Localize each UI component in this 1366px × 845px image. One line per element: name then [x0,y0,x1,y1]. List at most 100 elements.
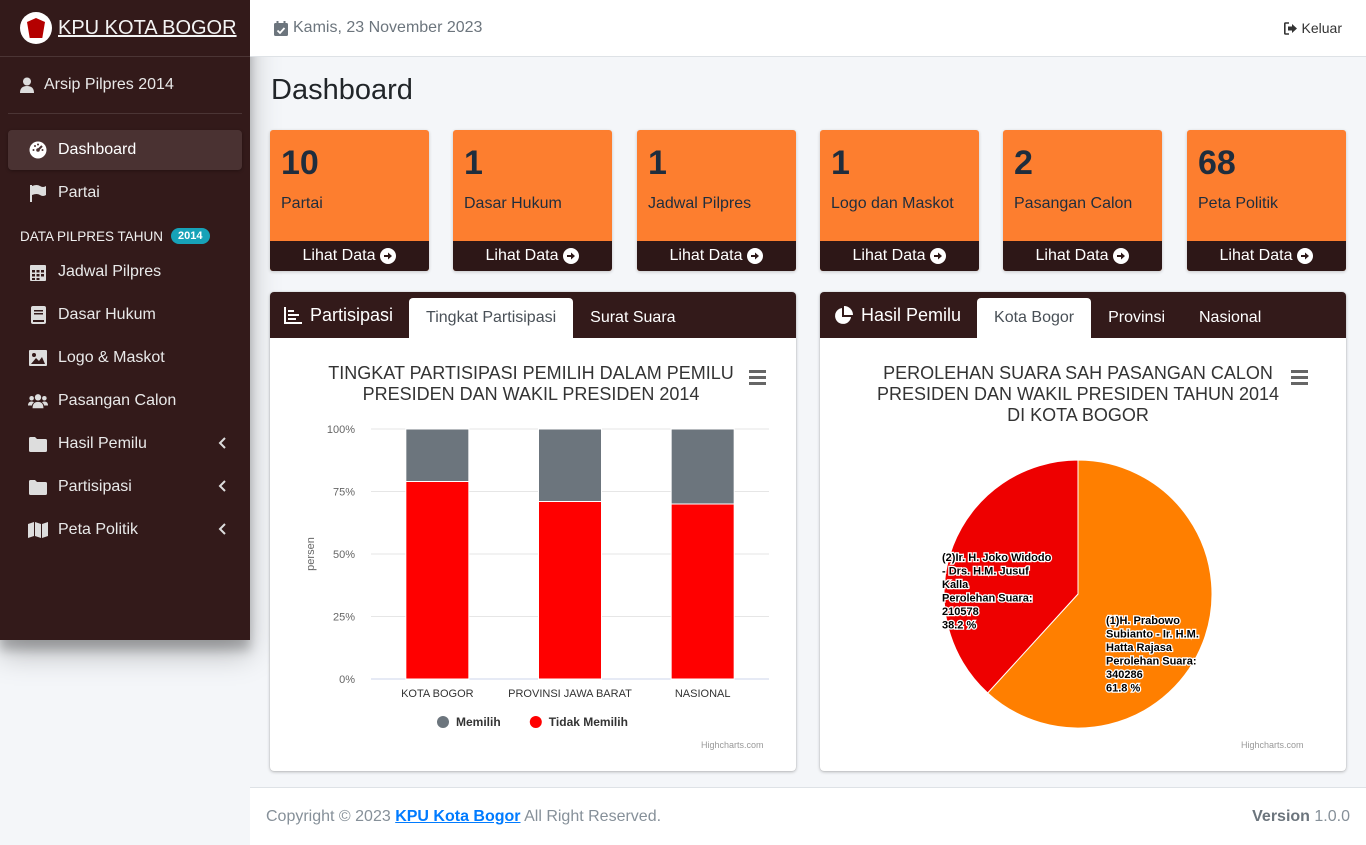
stat-label: Jadwal Pilpres [648,195,752,212]
y-axis-label: persen [305,537,317,571]
pie-label-line: Perolehan Suara: [1106,656,1196,668]
sidebar-item-partisipasi[interactable]: Partisipasi [8,467,242,507]
card-header: Partisipasi Tingkat Partisipasi Surat Su… [270,292,796,338]
sidebar-item-label: Partisipasi [58,478,132,495]
partisipasi-card: Partisipasi Tingkat Partisipasi Surat Su… [270,292,796,771]
logout-label: Keluar [1301,20,1342,36]
dashboard-icon [28,141,48,159]
hasil-pemilu-card: Hasil Pemilu Kota Bogor Provinsi Nasiona… [820,292,1346,771]
chart-title-line: PEROLEHAN SUARA SAH PASANGAN CALON [883,363,1273,383]
flag-icon [28,184,48,202]
link-text: Lihat Data [1219,247,1293,264]
sidebar-item-label: Hasil Pemilu [58,435,147,452]
tab-tingkat-partisipasi[interactable]: Tingkat Partisipasi [409,298,574,338]
arrow-circle-right-icon [1297,248,1314,264]
lihat-data-link[interactable]: Lihat Data [1003,241,1162,271]
current-date: Kamis, 23 November 2023 [274,19,482,37]
chart-menu-icon[interactable] [1291,370,1308,385]
sidebar-section-header: DATA PILPRES TAHUN 2014 [8,216,242,252]
footer-kpu-link[interactable]: KPU Kota Bogor [395,808,520,825]
date-text: Kamis, 23 November 2023 [293,19,483,36]
sidebar-item-peta-politik[interactable]: Peta Politik [8,510,242,550]
sidebar-nav: Dashboard Partai DATA PILPRES TAHUN 2014… [0,114,250,550]
arrow-circle-right-icon [1113,248,1130,264]
card-title: Partisipasi [284,292,393,338]
pie-label-line: 210578 [942,606,979,618]
chart-menu-icon[interactable] [749,370,766,385]
chevron-left-icon [218,479,226,497]
section-header-text: DATA PILPRES TAHUN [20,228,164,244]
pie-chart: (1)H. Prabowo Subianto - Ir. H.M. Hatta Ra… [941,459,1213,729]
sidebar-item-label: Pasangan Calon [58,392,177,409]
sidebar-item-dashboard[interactable]: Dashboard [8,130,242,170]
chart-bar-icon [284,306,302,324]
version-number: 1.0.0 [1314,807,1350,825]
book-icon [28,306,48,324]
lihat-data-link[interactable]: Lihat Data [637,241,796,271]
bar-tidak-memilih [670,503,735,680]
stat-box-partai: 10 Partai Lihat Data [270,130,429,271]
sidebar-item-hasil-pemilu[interactable]: Hasil Pemilu [8,424,242,464]
stat-value: 1 [648,144,667,182]
pie-chart-title: PEROLEHAN SUARA SAH PASANGAN CALON PRESI… [868,363,1288,426]
tab-provinsi[interactable]: Provinsi [1091,298,1182,338]
copyright-suffix: All Right Reserved. [524,807,662,825]
link-text: Lihat Data [485,247,559,264]
chart-title-line: PRESIDEN DAN WAKIL PRESIDEN 2014 [362,384,700,404]
y-tick-label: 75% [333,487,355,499]
topbar: Kamis, 23 November 2023 Keluar [250,0,1366,57]
legend-item: Tidak Memilih [549,715,628,729]
link-text: Lihat Data [302,247,376,264]
chart-title-line: DI KOTA BOGOR [1007,405,1149,425]
brand-link[interactable]: KPU KOTA BOGOR [0,0,250,57]
lihat-data-link[interactable]: Lihat Data [453,241,612,271]
copyright-prefix: Copyright © 2023 [266,807,391,825]
stat-label: Logo dan Maskot [831,195,954,212]
calendar-icon [28,263,48,281]
stat-box-dasar-hukum: 1 Dasar Hukum Lihat Data [453,130,612,271]
user-icon [20,77,36,93]
link-text: Lihat Data [852,247,926,264]
sidebar-item-label: Dashboard [58,141,137,158]
pie-label-line: 340286 [1106,669,1143,681]
card-header: Hasil Pemilu Kota Bogor Provinsi Nasiona… [820,292,1346,338]
version-info: Version 1.0.0 [1252,808,1350,826]
page-title: Dashboard [271,74,413,106]
sidebar-item-label: Peta Politik [58,521,139,538]
sidebar-item-label: Dasar Hukum [58,306,156,323]
x-tick-label: KOTA BOGOR [401,688,474,700]
sidebar-item-logo-maskot[interactable]: Logo & Maskot [8,338,242,378]
chart-title-line: TINGKAT PARTISIPASI PEMILIH DALAM PEMILU [328,363,734,383]
sidebar-item-pasangan-calon[interactable]: Pasangan Calon [8,381,242,421]
chart-title-line: PRESIDEN DAN WAKIL PRESIDEN TAHUN 2014 [876,384,1280,404]
stat-value: 1 [464,144,483,182]
sidebar-item-jadwal-pilpres[interactable]: Jadwal Pilpres [8,252,242,292]
stat-value: 2 [1014,144,1033,182]
lihat-data-link[interactable]: Lihat Data [820,241,979,271]
stat-value: 10 [281,144,319,182]
x-tick-label: PROVINSI JAWA BARAT [508,688,632,700]
y-tick-label: 25% [333,612,355,624]
user-panel[interactable]: Arsip Pilpres 2014 [8,57,242,114]
lihat-data-link[interactable]: Lihat Data [1187,241,1346,271]
logout-button[interactable]: Keluar [1283,20,1342,36]
y-tick-label: 100% [327,424,355,436]
y-tick-label: 0% [339,674,355,686]
pie-label-line: Perolehan Suara: [942,593,1032,605]
card-title-text: Partisipasi [310,304,394,325]
highcharts-credit[interactable]: Highcharts.com [701,740,764,750]
tab-kota-bogor[interactable]: Kota Bogor [977,298,1092,338]
folder-icon [28,478,48,496]
tab-nasional[interactable]: Nasional [1182,298,1278,338]
sign-out-icon [1283,21,1298,35]
highcharts-credit[interactable]: Highcharts.com [1241,740,1304,750]
users-icon [28,392,48,410]
sidebar-item-label: Partai [58,184,100,201]
folder-icon [28,435,48,453]
sidebar-item-partai[interactable]: Partai [8,173,242,213]
sidebar-item-dasar-hukum[interactable]: Dasar Hukum [8,295,242,335]
lihat-data-link[interactable]: Lihat Data [270,241,429,271]
chevron-left-icon [218,436,226,454]
tab-surat-suara[interactable]: Surat Suara [573,298,692,338]
stat-value: 1 [831,144,850,182]
